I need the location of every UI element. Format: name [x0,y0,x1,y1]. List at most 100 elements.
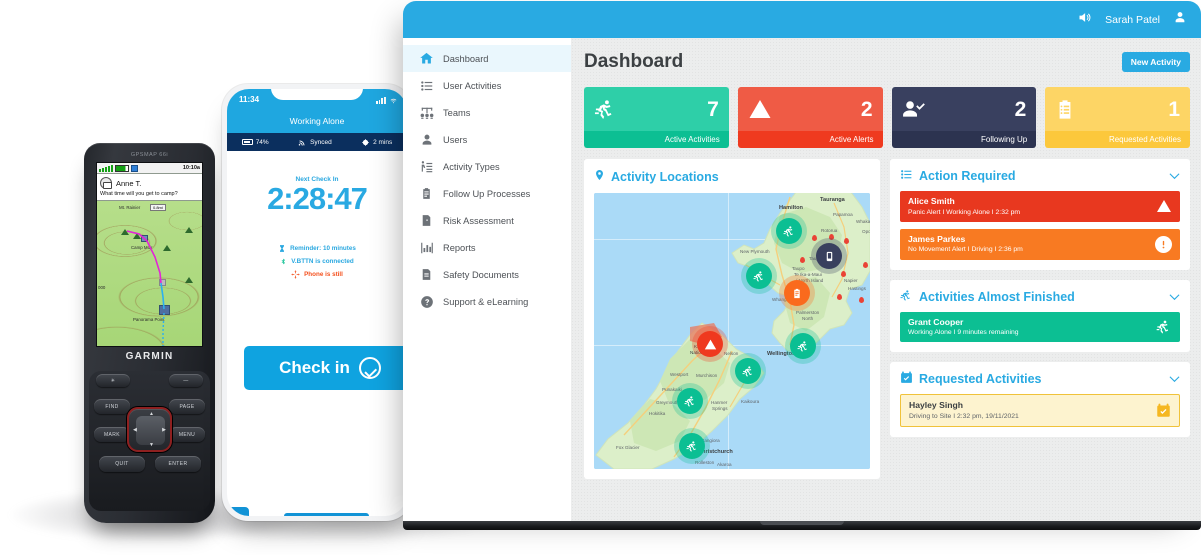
requested-row-hayley-singh[interactable]: Hayley Singh Driving to Site I 2:32 pm, … [900,394,1180,428]
chevron-down-icon[interactable] [1169,169,1180,183]
action-row-james-parkes[interactable]: James Parkes No Movement Alert I Driving… [900,228,1180,260]
sidebar-item-dashboard[interactable]: Dashboard [403,45,571,72]
stat-card-value: 1 [1168,97,1180,121]
garmin-clock: 10:10a [182,165,200,171]
bluetooth-icon [281,258,286,264]
phone-note-reminder: Reminder: 10 minutes [278,244,356,253]
map-marker-following-up[interactable] [811,238,847,274]
sidebar-item-support-elearning[interactable]: Support & eLearning [403,288,571,315]
map-marker-alert[interactable] [692,326,728,362]
action-required-section: Action Required Alice Smith Panic Alert … [890,159,1190,270]
activity-locations-header: Activity Locations [594,168,870,185]
sidebar-item-teams[interactable]: Teams [403,99,571,126]
activity-locations-panel: Activity Locations Hamilton Tauranga Pap… [584,159,880,479]
row-name: Alice Smith [908,196,955,206]
stat-card-active-activities[interactable]: 7 Active Activities [584,87,729,148]
garmin-mark-button[interactable]: MARK [94,427,130,442]
calendar-check-icon [1156,403,1171,418]
running-person-icon [900,289,913,305]
phone-check-in-label: Check in [279,358,350,377]
map-poi-dot [841,271,846,277]
map-pin-icon [594,168,605,185]
activity-map[interactable]: Hamilton Tauranga Papamoa Whakatane Roto… [594,193,870,469]
garmin-keypad: ✳ — FIND MARK PAGE MENU QUIT ENTER ▲ ▼ ◀… [89,371,210,511]
stat-cards: 7 Active Activities 2 Active Alerts 2 Fo… [584,87,1190,148]
clipboard-icon [419,186,434,201]
map-marker-activity[interactable] [672,383,708,419]
map-marker-requested[interactable] [779,275,815,311]
teams-icon [419,105,434,120]
dashboard-panels: Activity Locations Hamilton Tauranga Pap… [584,159,1190,479]
activities-almost-finished-section: Activities Almost Finished Grant Cooper … [890,279,1190,353]
speaker-icon[interactable] [1077,10,1092,30]
row-detail: Panic Alert I Working Alone I 2:32 pm [908,208,1021,216]
running-person-icon [1156,319,1172,335]
bar-chart-icon [419,240,434,255]
action-row-alice-smith[interactable]: Alice Smith Panic Alert I Working Alone … [900,191,1180,222]
stat-card-label: Active Activities [584,131,729,148]
new-activity-button[interactable]: New Activity [1121,52,1190,72]
map-marker-activity[interactable] [785,328,821,364]
sidebar-item-label: Risk Assessment [443,215,514,226]
stat-card-following-up[interactable]: 2 Following Up [891,87,1037,148]
phone-back-button[interactable] [227,507,249,516]
map-marker-activity[interactable] [741,258,777,294]
phone-check-in-button[interactable]: Check in [244,346,407,390]
garmin-signal-icon [99,164,113,172]
stat-card-label: Active Alerts [737,131,883,148]
phone-notch [271,89,363,100]
garmin-quit-button[interactable]: QUIT [99,456,145,472]
document-icon [419,267,434,282]
row-detail: Driving to Site I 2:32 pm, 19/11/2021 [909,412,1019,420]
user-avatar-icon[interactable] [1173,10,1187,29]
stat-card-value: 2 [860,97,873,121]
sidebar-item-activity-types[interactable]: Activity Types [403,153,571,180]
sidebar-item-risk-assessment[interactable]: Risk Assessment [403,207,571,234]
phone-notes-list: Reminder: 10 minutes V.BTTN is connected… [227,244,407,279]
stat-card-requested-activities[interactable]: 1 Requested Activities [1045,87,1190,148]
phone-check-in-small-button[interactable]: Check in [284,513,369,516]
sidebar-item-users[interactable]: Users [403,126,571,153]
phone-screen: 11:34 Working Alone 74% Synced 2 mins Ne… [227,89,407,516]
row-name: James Parkes [908,233,966,244]
question-circle-icon [419,294,434,309]
garmin-menu-button[interactable]: MENU [169,427,205,442]
map-poi-dot [800,257,805,263]
map-poi-dot [812,235,817,241]
garmin-topo-map: 0.8mi Mt. Rainier Camp Muir 000 Panorama… [97,200,202,346]
content-header: Dashboard New Activity [584,51,1190,73]
phone-sync-status: Synced [298,138,332,147]
action-required-header: Action Required [900,168,1180,184]
sidebar-item-label: Safety Documents [443,269,519,280]
battery-icon [241,139,253,145]
sidebar-item-reports[interactable]: Reports [403,234,571,261]
sidebar-item-safety-documents[interactable]: Safety Documents [403,261,571,288]
map-poi-dot [863,262,868,268]
phone-note-bluetooth: V.BTTN is connected [280,257,354,266]
garmin-brightness-up-button[interactable]: ✳ [96,374,130,387]
stat-card-label: Requested Activities [1045,131,1190,148]
phone-mockup: 11:34 Working Alone 74% Synced 2 mins Ne… [222,84,412,521]
laptop-base-notch [760,521,844,525]
chevron-down-icon[interactable] [1169,372,1180,386]
garmin-sender-name: Anne T. [116,178,142,188]
garmin-status-bar: 10:10a [97,163,202,174]
chevron-down-icon[interactable] [1169,290,1180,304]
map-marker-activity[interactable] [771,213,807,249]
garmin-enter-button[interactable]: ENTER [155,456,201,472]
stat-card-active-alerts[interactable]: 2 Active Alerts [737,87,883,148]
garmin-find-button[interactable]: FIND [94,399,130,414]
warning-triangle-icon [1156,198,1172,214]
almost-finished-row-grant-cooper[interactable]: Grant Cooper Working Alone I 9 minutes r… [900,311,1180,343]
top-bar-user-name[interactable]: Sarah Patel [1105,14,1160,26]
garmin-page-button[interactable]: PAGE [169,399,205,414]
garmin-dpad[interactable]: ▲ ▼ ◀ ▶ [127,407,172,452]
garmin-brightness-down-button[interactable]: — [169,374,203,387]
sidebar-item-follow-up-processes[interactable]: Follow Up Processes [403,180,571,207]
stat-card-value: 7 [707,97,719,121]
map-marker-activity[interactable] [674,428,710,464]
map-marker-activity[interactable] [730,353,766,389]
requested-activities-title: Requested Activities [919,372,1042,387]
sidebar-item-user-activities[interactable]: User Activities [403,72,571,99]
activity-types-icon [419,159,434,174]
